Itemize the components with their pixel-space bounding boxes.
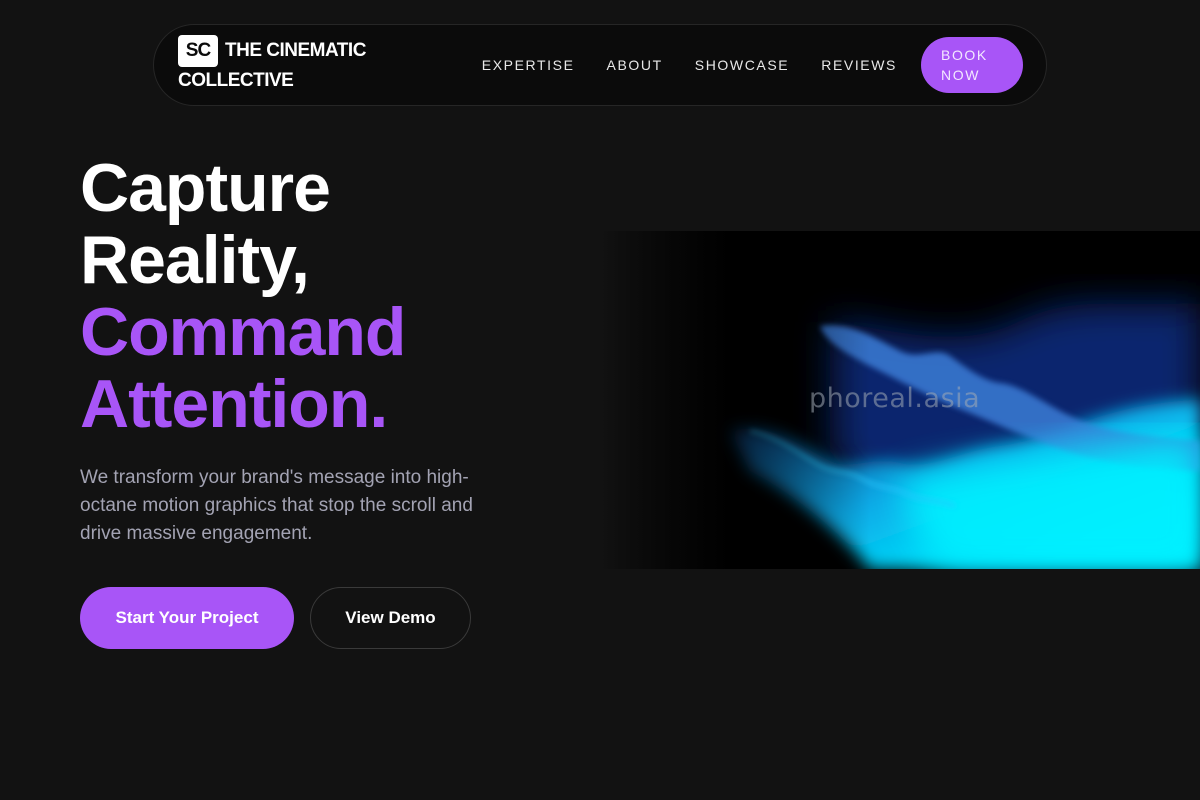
hero-video-visual: phoreal.asia (600, 231, 1200, 569)
nav-link-about[interactable]: ABOUT (607, 57, 663, 73)
book-now-label-line1: BOOK (941, 47, 988, 63)
book-now-button[interactable]: BOOK NOW (921, 37, 1023, 93)
headline-line-4: Attention. (80, 366, 388, 442)
nav-link-showcase[interactable]: SHOWCASE (695, 57, 789, 73)
book-now-label-line2: NOW (941, 67, 981, 83)
nav-links: EXPERTISE ABOUT SHOWCASE REVIEWS (450, 57, 897, 73)
top-navbar: SC THE CINEMATIC COLLECTIVE EXPERTISE AB… (153, 24, 1047, 106)
hero-subtitle: We transform your brand's message into h… (80, 467, 473, 544)
brand-name-line1: THE CINEMATIC (225, 40, 366, 61)
start-project-button[interactable]: Start Your Project (80, 587, 294, 649)
watermark-text: phoreal.asia (809, 383, 981, 414)
hero-headline: Capture Reality, Command Attention. (80, 150, 406, 442)
view-demo-button[interactable]: View Demo (310, 587, 471, 649)
nav-link-expertise[interactable]: EXPERTISE (482, 57, 575, 73)
nav-link-reviews[interactable]: REVIEWS (821, 57, 897, 73)
brand-name-line2: COLLECTIVE (178, 70, 294, 91)
headline-line-3: Command (80, 294, 406, 370)
headline-line-1: Capture (80, 150, 331, 226)
logo-badge: SC (178, 35, 218, 67)
brand-logo[interactable]: SC THE CINEMATIC COLLECTIVE (178, 35, 366, 95)
headline-line-2: Reality, (80, 222, 310, 298)
